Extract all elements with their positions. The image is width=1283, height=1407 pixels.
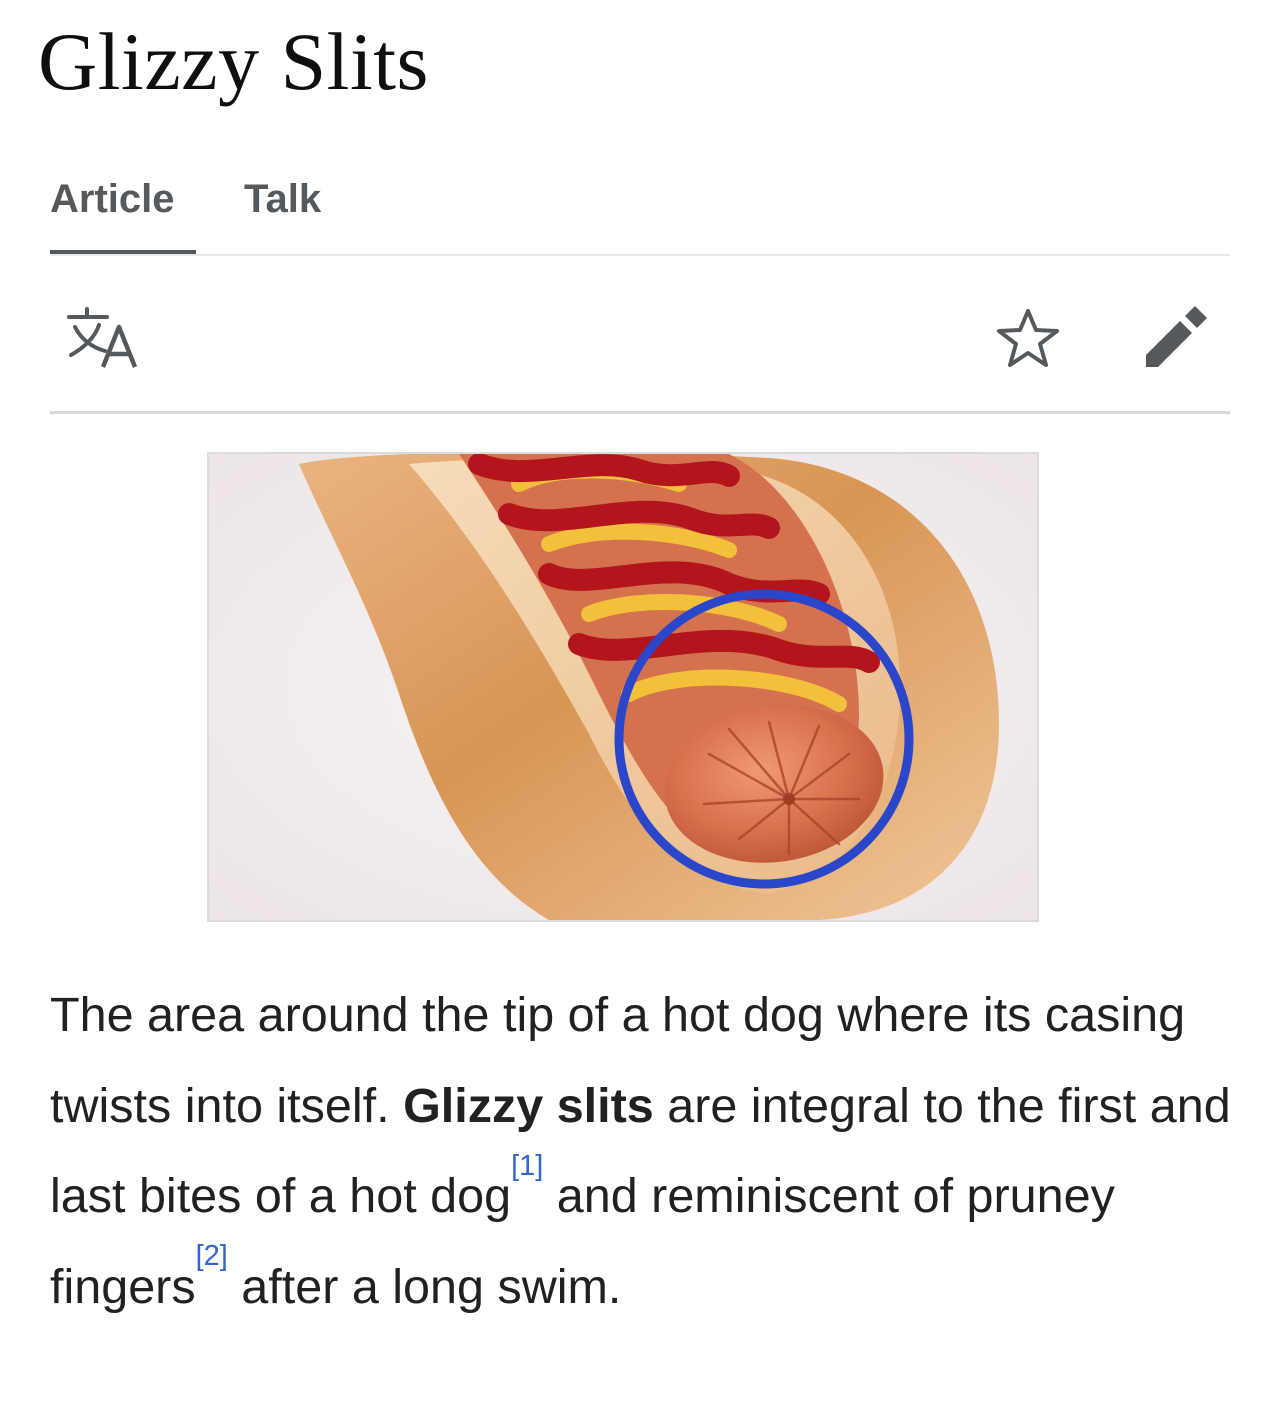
reference-2-link[interactable]: [2] xyxy=(196,1240,228,1272)
language-button[interactable] xyxy=(65,305,145,369)
bold-term: Glizzy slits xyxy=(403,1078,654,1133)
star-icon xyxy=(997,309,1059,367)
tab-talk[interactable]: Talk xyxy=(244,170,321,228)
page-title: Glizzy Slits xyxy=(38,16,429,107)
hot-dog-photo xyxy=(209,454,1037,920)
watch-button[interactable] xyxy=(995,307,1061,369)
toolbar-divider xyxy=(50,411,1230,414)
page-actions-toolbar xyxy=(50,295,1230,375)
article-lead-paragraph: The area around the tip of a hot dog whe… xyxy=(50,970,1250,1332)
pencil-icon xyxy=(1146,306,1207,367)
edit-button[interactable] xyxy=(1140,299,1212,371)
reference-1-link[interactable]: [1] xyxy=(511,1150,543,1182)
article-image[interactable] xyxy=(207,452,1039,922)
tab-article[interactable]: Article xyxy=(50,170,175,228)
tabs-divider xyxy=(50,254,1230,256)
translate-icon xyxy=(67,307,138,368)
lead-text-4: after a long swim. xyxy=(227,1259,622,1314)
